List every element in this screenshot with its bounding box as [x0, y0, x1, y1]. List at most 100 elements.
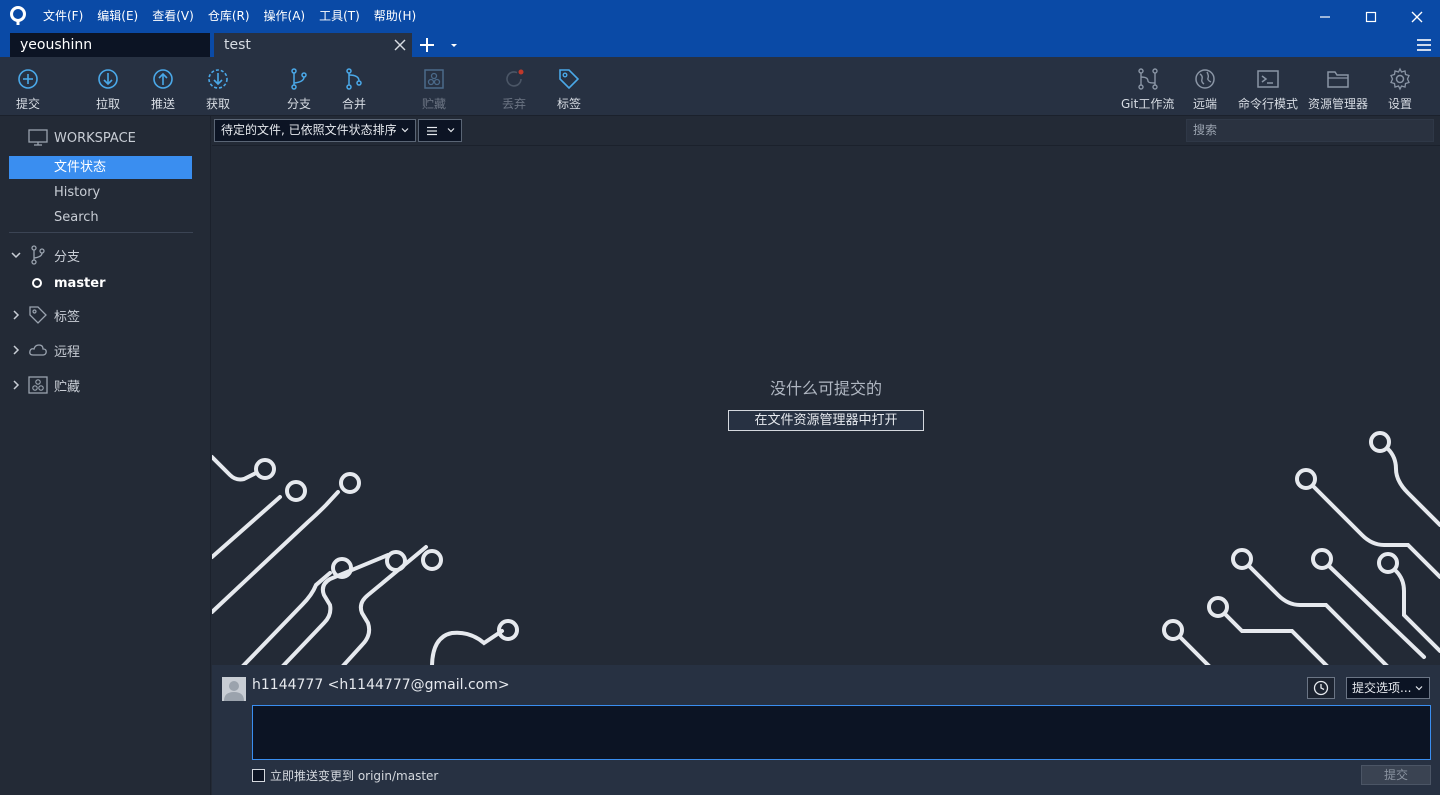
commit-button[interactable]: 提交 [16, 57, 40, 116]
close-window-button[interactable] [1394, 0, 1440, 33]
add-tab-icon[interactable] [418, 36, 436, 54]
tag-button[interactable]: 标签 [557, 57, 581, 116]
remotes-label: 远程 [54, 344, 81, 360]
branch-label: 分支 [287, 97, 312, 111]
search-input[interactable]: 搜索 [1186, 119, 1434, 142]
clock-icon [1313, 680, 1329, 696]
current-branch-icon [32, 278, 42, 288]
discard-button[interactable]: 丢弃 [502, 57, 526, 116]
empty-state-title: 没什么可提交的 [769, 379, 882, 398]
menu-help[interactable]: 帮助(H) [367, 0, 423, 33]
menu-view[interactable]: 查看(V) [145, 0, 201, 33]
minimize-icon [1320, 15, 1330, 18]
commit-message-input[interactable] [252, 705, 1431, 760]
sidebar-group-branches[interactable]: 分支 [10, 244, 80, 266]
tags-label: 标签 [54, 309, 81, 325]
branch-button[interactable]: 分支 [287, 57, 311, 116]
chevron-right-icon[interactable] [10, 309, 22, 321]
maximize-button[interactable] [1348, 0, 1394, 33]
sidebar-item-search[interactable]: Search [9, 206, 192, 229]
chevron-right-icon[interactable] [10, 344, 22, 356]
view-mode-select[interactable] [418, 119, 462, 142]
merge-label: 合并 [342, 97, 367, 111]
sidebar-group-remotes[interactable]: 远程 [10, 339, 80, 361]
circuit-decoration-left [212, 455, 519, 665]
cloud-icon [29, 344, 47, 356]
open-in-explorer-button[interactable]: 在文件资源管理器中打开 [728, 410, 924, 431]
settings-button[interactable]: 设置 [1388, 57, 1412, 116]
stash-label: 贮藏 [422, 97, 447, 111]
fetch-button[interactable]: 获取 [206, 57, 230, 116]
branch-icon [31, 245, 45, 265]
chevron-down-icon[interactable] [10, 249, 22, 261]
hamburger-menu-icon[interactable] [1416, 37, 1432, 53]
maximize-icon [1365, 11, 1377, 22]
push-immediately-option[interactable]: 立即推送变更到 origin/master [252, 767, 438, 783]
gear-icon [1390, 67, 1410, 91]
workspace-header: WORKSPACE [28, 128, 136, 148]
minimize-button[interactable] [1302, 0, 1348, 33]
monitor-icon [28, 129, 48, 146]
explorer-button[interactable]: 资源管理器 [1308, 57, 1368, 116]
circuit-decoration-right [1162, 431, 1440, 665]
tab-repo-label: test [224, 37, 251, 53]
file-sort-value: 待定的文件, 已依照文件状态排序 [221, 123, 397, 137]
menu-file[interactable]: 文件(F) [36, 0, 90, 33]
tab-repo[interactable]: test [214, 33, 412, 57]
file-sort-select[interactable]: 待定的文件, 已依照文件状态排序 [214, 119, 416, 142]
explorer-label: 资源管理器 [1308, 97, 1369, 111]
merge-button[interactable]: 合并 [342, 57, 366, 116]
globe-icon [1195, 69, 1215, 89]
stashes-label: 贮藏 [54, 379, 81, 395]
commit-submit-button[interactable]: 提交 [1361, 765, 1431, 785]
commit-panel: h1144777 <h1144777@gmail.com> 提交选项... 立即… [212, 665, 1440, 795]
sidebar-item-history[interactable]: History [9, 181, 192, 204]
push-button[interactable]: 推送 [151, 57, 175, 116]
chevron-down-icon [1415, 686, 1423, 691]
commit-label: 提交 [16, 97, 41, 111]
chevron-right-icon[interactable] [10, 379, 22, 391]
sidebar-item-file-status[interactable]: 文件状态 [9, 156, 192, 179]
list-view-icon [427, 126, 437, 136]
chevron-down-icon [401, 128, 409, 133]
discard-icon [506, 69, 524, 87]
terminal-button[interactable]: 命令行模式 [1238, 57, 1298, 116]
push-immediately-label: 立即推送变更到 origin/master [270, 768, 439, 783]
user-icon [224, 681, 244, 701]
menu-bar: 文件(F) 编辑(E) 查看(V) 仓库(R) 操作(A) 工具(T) 帮助(H… [36, 0, 423, 33]
close-tab-icon[interactable] [394, 39, 406, 51]
gitflow-button[interactable]: Git工作流 [1121, 57, 1174, 116]
menu-tools[interactable]: 工具(T) [312, 0, 367, 33]
commit-author: h1144777 <h1144777@gmail.com> [252, 677, 510, 693]
sidebar-group-tags[interactable]: 标签 [10, 304, 80, 326]
tab-home[interactable]: yeoushinn [10, 33, 210, 57]
filter-bar: 待定的文件, 已依照文件状态排序 搜索 [212, 116, 1440, 146]
menu-repository[interactable]: 仓库(R) [201, 0, 257, 33]
commit-options-select[interactable]: 提交选项... [1346, 677, 1430, 699]
tab-dropdown-icon[interactable] [448, 39, 460, 51]
commit-options-value: 提交选项... [1352, 681, 1412, 695]
gitflow-icon [1137, 68, 1158, 90]
avatar [222, 677, 246, 701]
tag-icon [29, 306, 47, 324]
menu-edit[interactable]: 编辑(E) [90, 0, 145, 33]
sidebar-group-stashes[interactable]: 贮藏 [10, 374, 80, 396]
push-immediately-checkbox[interactable] [252, 768, 265, 782]
branch-item-master[interactable]: master [32, 274, 106, 292]
window-controls [1302, 0, 1440, 33]
menu-actions[interactable]: 操作(A) [257, 0, 313, 33]
title-bar: 文件(F) 编辑(E) 查看(V) 仓库(R) 操作(A) 工具(T) 帮助(H… [0, 0, 1440, 33]
remote-button[interactable]: 远端 [1193, 57, 1217, 116]
branch-name: master [54, 275, 106, 291]
branches-label: 分支 [54, 249, 81, 265]
gitflow-label: Git工作流 [1121, 97, 1175, 111]
branch-icon [291, 68, 307, 90]
pull-button[interactable]: 拉取 [96, 57, 120, 116]
remote-label: 远端 [1193, 97, 1218, 111]
sourcetree-logo-icon[interactable] [8, 6, 28, 26]
stash-button[interactable]: 贮藏 [422, 57, 446, 116]
tag-label: 标签 [557, 97, 582, 111]
commit-history-button[interactable] [1307, 677, 1335, 699]
sidebar: WORKSPACE 文件状态 History Search 分支 master … [0, 116, 211, 795]
tag-icon [559, 69, 580, 90]
